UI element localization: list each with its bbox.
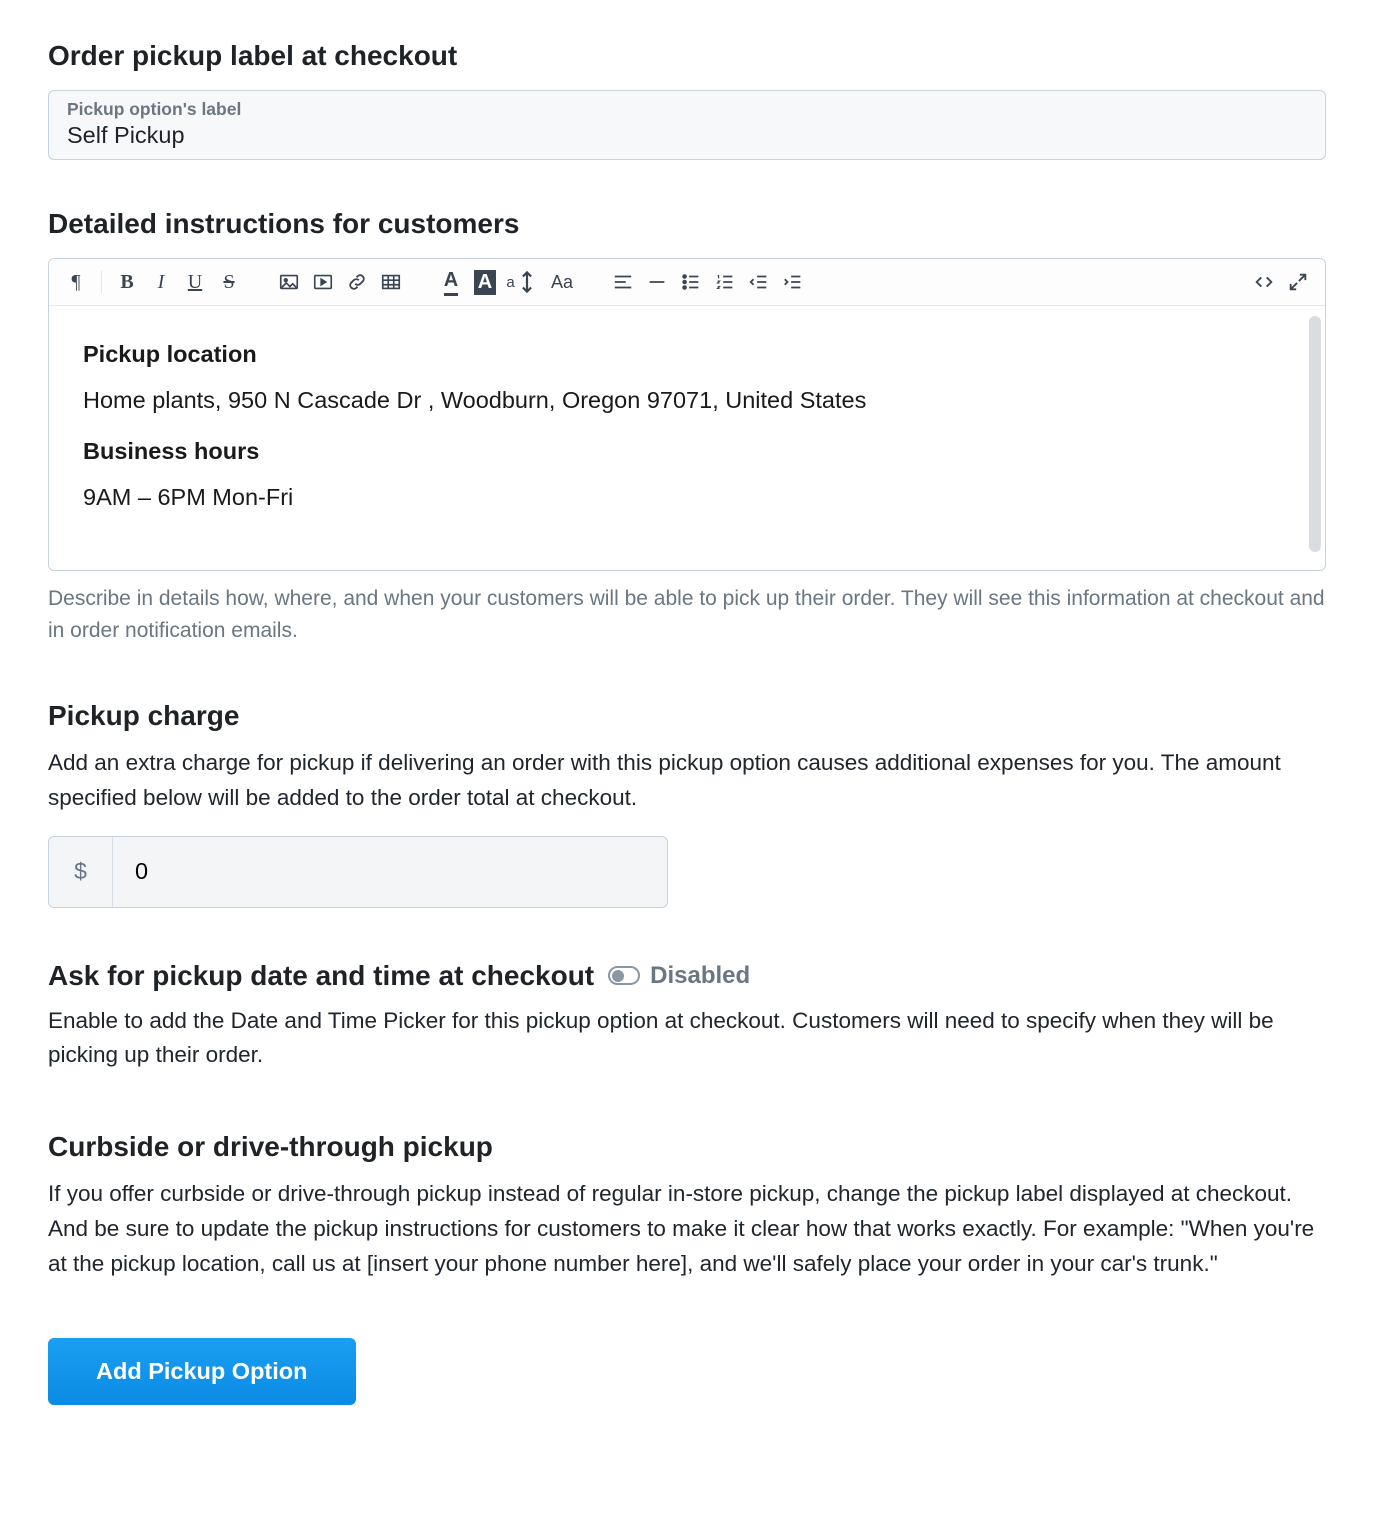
pickup-charge-field[interactable]: $	[48, 836, 668, 908]
indent-icon[interactable]	[776, 267, 810, 297]
text-case-icon[interactable]: Aa	[542, 267, 582, 297]
section-title-charge: Pickup charge	[48, 700, 1326, 732]
editor-line: 9AM – 6PM Mon-Fri	[83, 479, 1291, 515]
highlight-color-icon[interactable]: A	[468, 267, 502, 297]
section-title-pickup-label: Order pickup label at checkout	[48, 40, 1326, 72]
editor-line: Business hours	[83, 433, 1291, 469]
currency-symbol: $	[49, 837, 113, 907]
italic-icon[interactable]: I	[144, 267, 178, 297]
pickup-label-caption: Pickup option's label	[67, 99, 1307, 120]
instructions-editor: ¶ B I U S A A a Aa	[48, 258, 1326, 571]
toggle-state-label: Disabled	[650, 962, 750, 990]
pickup-label-field[interactable]: Pickup option's label	[48, 90, 1326, 160]
horizontal-rule-icon[interactable]	[640, 267, 674, 297]
underline-icon[interactable]: U	[178, 267, 212, 297]
editor-content[interactable]: Pickup location Home plants, 950 N Casca…	[49, 306, 1325, 570]
section-title-instructions: Detailed instructions for customers	[48, 208, 1326, 240]
strike-icon[interactable]: S	[212, 267, 246, 297]
editor-toolbar: ¶ B I U S A A a Aa	[49, 259, 1325, 306]
editor-scrollbar[interactable]	[1309, 316, 1321, 552]
datetime-toggle[interactable]: Disabled	[608, 962, 750, 990]
editor-line: Pickup location	[83, 336, 1291, 372]
charge-help: Add an extra charge for pickup if delive…	[48, 746, 1326, 816]
add-pickup-option-button[interactable]: Add Pickup Option	[48, 1338, 356, 1405]
curbside-help: If you offer curbside or drive-through p…	[48, 1177, 1326, 1282]
editor-line: Home plants, 950 N Cascade Dr , Woodburn…	[83, 382, 1291, 418]
toggle-track[interactable]	[608, 966, 640, 985]
link-icon[interactable]	[340, 267, 374, 297]
bullet-list-icon[interactable]	[674, 267, 708, 297]
numbered-list-icon[interactable]	[708, 267, 742, 297]
datetime-help: Enable to add the Date and Time Picker f…	[48, 1004, 1326, 1074]
section-title-curbside: Curbside or drive-through pickup	[48, 1131, 1326, 1163]
table-icon[interactable]	[374, 267, 408, 297]
toggle-knob	[612, 970, 624, 982]
image-icon[interactable]	[272, 267, 306, 297]
fullscreen-icon[interactable]	[1281, 267, 1315, 297]
pickup-charge-input[interactable]	[113, 837, 667, 907]
align-icon[interactable]	[606, 267, 640, 297]
code-view-icon[interactable]	[1247, 267, 1281, 297]
font-size-icon[interactable]: a	[502, 267, 542, 297]
paragraph-icon[interactable]: ¶	[59, 267, 93, 297]
section-title-datetime: Ask for pickup date and time at checkout	[48, 960, 594, 992]
bold-icon[interactable]: B	[110, 267, 144, 297]
pickup-label-input[interactable]	[67, 120, 1307, 149]
video-icon[interactable]	[306, 267, 340, 297]
outdent-icon[interactable]	[742, 267, 776, 297]
instructions-help: Describe in details how, where, and when…	[48, 583, 1326, 648]
text-color-icon[interactable]: A	[434, 267, 468, 297]
